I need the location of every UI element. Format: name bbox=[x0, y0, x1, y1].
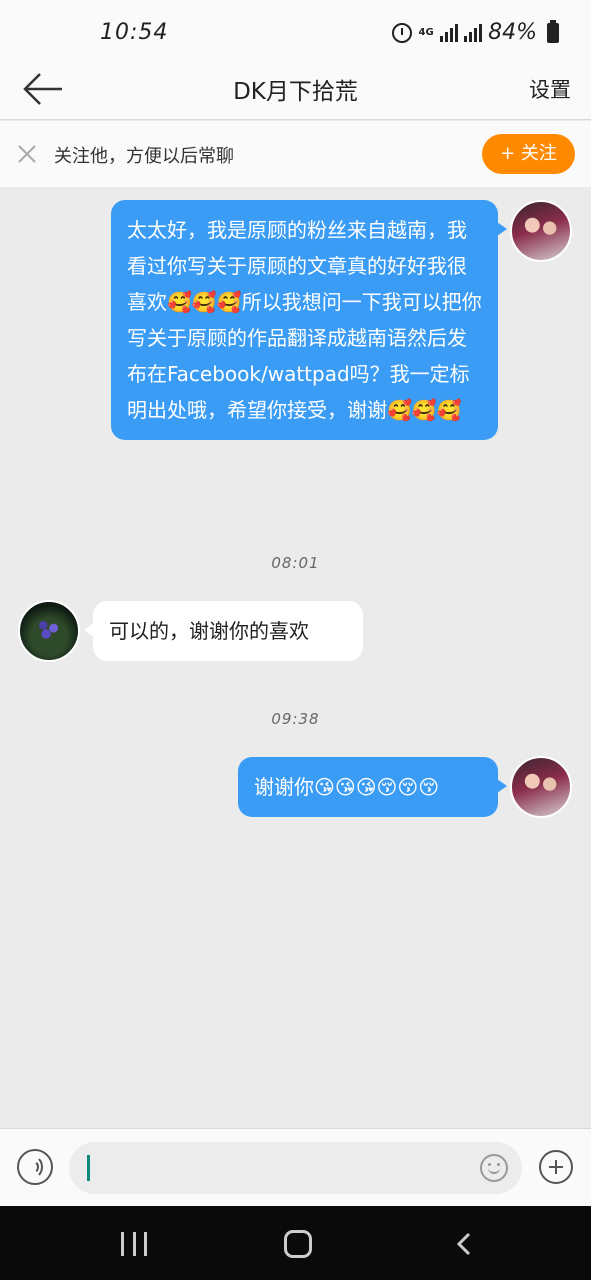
message-bubble-sent[interactable]: 谢谢你😘😘😘😚😚😚 bbox=[238, 757, 507, 817]
system-nav-bar bbox=[0, 1206, 591, 1280]
battery-icon bbox=[547, 19, 559, 43]
emoji-icon[interactable] bbox=[480, 1154, 508, 1182]
input-bar bbox=[0, 1128, 591, 1206]
status-time: 10:54 bbox=[100, 20, 169, 45]
plus-icon[interactable] bbox=[539, 1150, 573, 1184]
close-icon[interactable] bbox=[16, 143, 38, 165]
voice-icon[interactable] bbox=[17, 1149, 53, 1185]
my-avatar[interactable] bbox=[510, 756, 572, 818]
text-caret bbox=[87, 1155, 90, 1181]
contact-avatar[interactable] bbox=[18, 600, 80, 662]
message-bubble-received[interactable]: 可以的，谢谢你的喜欢 bbox=[84, 601, 363, 661]
back-nav-icon[interactable] bbox=[456, 1232, 472, 1256]
settings-button[interactable]: 设置 bbox=[529, 74, 571, 104]
status-icons: 4G 84% bbox=[392, 19, 559, 45]
follow-button[interactable]: + 关注 bbox=[482, 134, 575, 174]
title-bar: DK月下拾荒 设置 bbox=[0, 62, 591, 120]
message-bubble-sent[interactable]: 太太好，我是原顾的粉丝来自越南，我看过你写关于原顾的文章真的好好我很喜欢🥰🥰🥰所… bbox=[111, 200, 507, 440]
message-timestamp: 09:38 bbox=[271, 710, 320, 728]
home-icon[interactable] bbox=[284, 1230, 312, 1258]
message-input[interactable] bbox=[69, 1142, 522, 1194]
follow-banner: 关注他，方便以后常聊 + 关注 bbox=[0, 121, 591, 187]
network-type: 4G bbox=[418, 26, 434, 38]
signal-icon-2 bbox=[464, 23, 483, 42]
status-bar: 10:54 4G 84% bbox=[0, 0, 591, 62]
page-title: DK月下拾荒 bbox=[233, 79, 358, 105]
follow-prompt-text: 关注他，方便以后常聊 bbox=[54, 146, 234, 167]
recent-apps-icon[interactable] bbox=[121, 1232, 147, 1256]
alarm-icon bbox=[392, 22, 413, 43]
message-timestamp: 08:01 bbox=[271, 554, 320, 572]
signal-icon bbox=[440, 23, 459, 42]
battery-level: 84% bbox=[488, 20, 537, 45]
my-avatar[interactable] bbox=[510, 200, 572, 262]
